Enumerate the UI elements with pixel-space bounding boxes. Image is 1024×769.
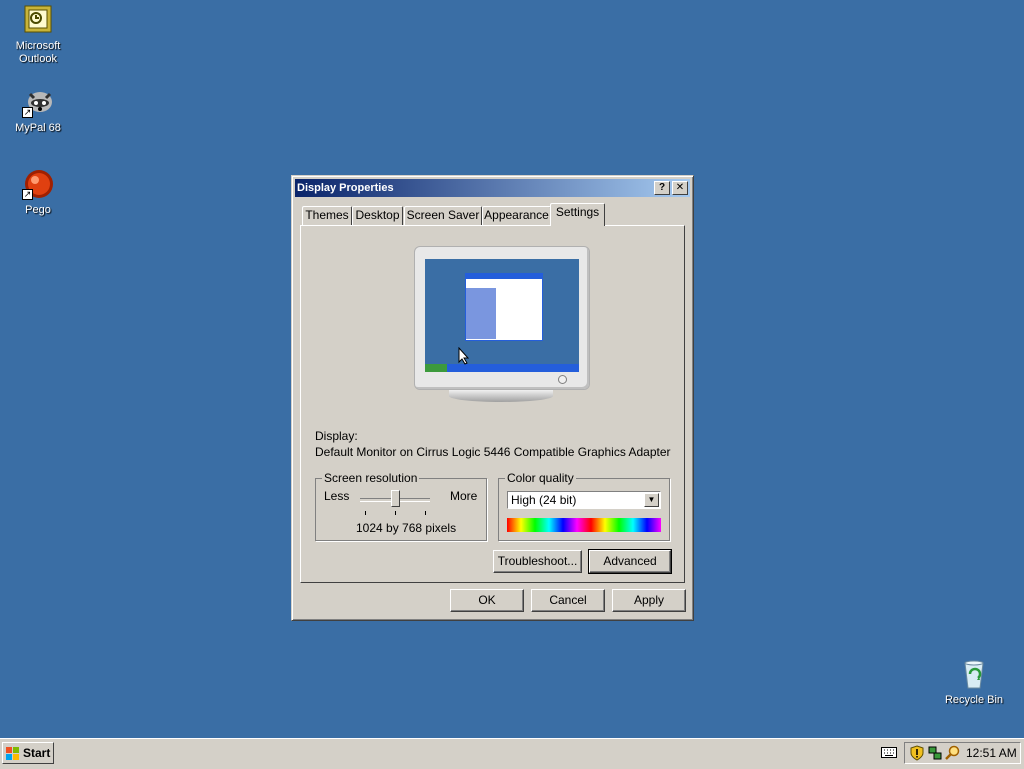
more-label: More <box>450 489 478 503</box>
help-button[interactable]: ? <box>654 181 670 195</box>
resolution-slider-thumb[interactable] <box>391 490 400 507</box>
preview-start-button <box>425 364 447 372</box>
tab-label: Appearance <box>484 208 549 222</box>
cursor-icon <box>458 346 470 368</box>
desktop-icon-label: Outlook <box>19 53 57 65</box>
display-label: Display: <box>315 429 358 443</box>
monitor-preview <box>414 246 590 390</box>
title-bar[interactable]: Display Properties ? ✕ <box>295 179 690 197</box>
tab-desktop[interactable]: Desktop <box>352 206 403 225</box>
button-label: Apply <box>633 593 665 607</box>
tab-settings[interactable]: Settings <box>550 203 605 226</box>
desktop-icon-outlook[interactable]: Microsoft Outlook <box>0 4 76 66</box>
preview-screen <box>425 259 579 372</box>
desktop-icon-mypal[interactable]: ↗ MyPal 68 <box>0 86 76 135</box>
less-label: Less <box>324 489 350 503</box>
search-icon[interactable] <box>945 745 961 764</box>
preview-window-sidebar <box>466 288 496 339</box>
display-value: Default Monitor on Cirrus Logic 5446 Com… <box>315 445 671 459</box>
tab-label: Settings <box>555 205 600 219</box>
desktop-icon-recycle-bin[interactable]: Recycle Bin <box>936 658 1012 707</box>
desktop-icon-label: Recycle Bin <box>944 694 1004 706</box>
window-title: Display Properties <box>297 182 394 194</box>
windows-logo-icon <box>6 746 20 766</box>
slider-tick <box>395 511 396 515</box>
display-properties-window: Display Properties ? ✕ Themes Desktop Sc… <box>291 175 694 621</box>
preview-window <box>465 273 543 341</box>
screen-resolution-group: Screen resolution Less More 1024 by 768 … <box>315 471 487 541</box>
help-icon: ? <box>658 182 666 193</box>
tab-label: Desktop <box>355 208 400 222</box>
close-icon: ✕ <box>675 182 685 193</box>
outlook-icon <box>22 4 54 36</box>
settings-panel: Display: Default Monitor on Cirrus Logic… <box>300 225 685 583</box>
system-tray: 12:51 AM <box>904 742 1021 764</box>
button-label: OK <box>478 593 496 607</box>
security-shield-icon[interactable] <box>909 745 925 764</box>
desktop-icon-pego[interactable]: ↗ Pego <box>0 168 76 217</box>
slider-tick <box>365 511 366 515</box>
button-label: Advanced <box>603 554 657 568</box>
tab-label: Themes <box>305 208 349 222</box>
color-spectrum-bar <box>507 518 661 532</box>
raccoon-icon: ↗ <box>22 86 54 118</box>
tab-screen-saver[interactable]: Screen Saver <box>404 206 482 225</box>
apply-button[interactable]: Apply <box>612 589 686 612</box>
preview-taskbar <box>425 364 579 372</box>
advanced-button[interactable]: Advanced <box>588 549 672 574</box>
tab-themes[interactable]: Themes <box>302 206 352 225</box>
resolution-value: 1024 by 768 pixels <box>356 521 457 535</box>
monitor-stand <box>449 390 553 402</box>
troubleshoot-button[interactable]: Troubleshoot... <box>493 550 582 573</box>
clock[interactable]: 12:51 AM <box>966 746 1017 760</box>
desktop-icon-label: Pego <box>25 204 51 216</box>
color-quality-group: Color quality High (24 bit) ▼ <box>498 471 670 541</box>
ok-button[interactable]: OK <box>450 589 524 612</box>
group-title: Color quality <box>505 471 576 485</box>
shortcut-arrow-icon: ↗ <box>22 107 33 118</box>
recycle-bin-icon <box>958 658 990 690</box>
start-button[interactable]: Start <box>2 742 54 764</box>
desktop-icon-label: MyPal 68 <box>15 122 61 134</box>
shortcut-arrow-icon: ↗ <box>22 189 33 200</box>
pego-icon: ↗ <box>22 168 54 200</box>
desktop-icon-label: Microsoft <box>15 40 61 52</box>
monitor-power-icon <box>558 375 567 384</box>
taskbar: Start 12:51 AM <box>0 738 1024 769</box>
close-button[interactable]: ✕ <box>672 181 688 195</box>
color-quality-value: High (24 bit) <box>511 493 577 507</box>
keyboard-icon[interactable] <box>881 747 897 762</box>
group-title: Screen resolution <box>322 471 420 485</box>
chevron-down-icon: ▼ <box>647 495 656 504</box>
cancel-button[interactable]: Cancel <box>531 589 605 612</box>
preview-window-titlebar <box>466 274 542 279</box>
button-label: Cancel <box>549 593 587 607</box>
dropdown-button[interactable]: ▼ <box>644 493 659 507</box>
slider-tick <box>425 511 426 515</box>
network-icon[interactable] <box>927 745 943 764</box>
start-label: Start <box>23 746 51 760</box>
tab-label: Screen Saver <box>406 208 480 222</box>
color-quality-select[interactable]: High (24 bit) ▼ <box>507 491 661 509</box>
tab-appearance[interactable]: Appearance <box>482 206 551 225</box>
button-label: Troubleshoot... <box>497 554 578 568</box>
